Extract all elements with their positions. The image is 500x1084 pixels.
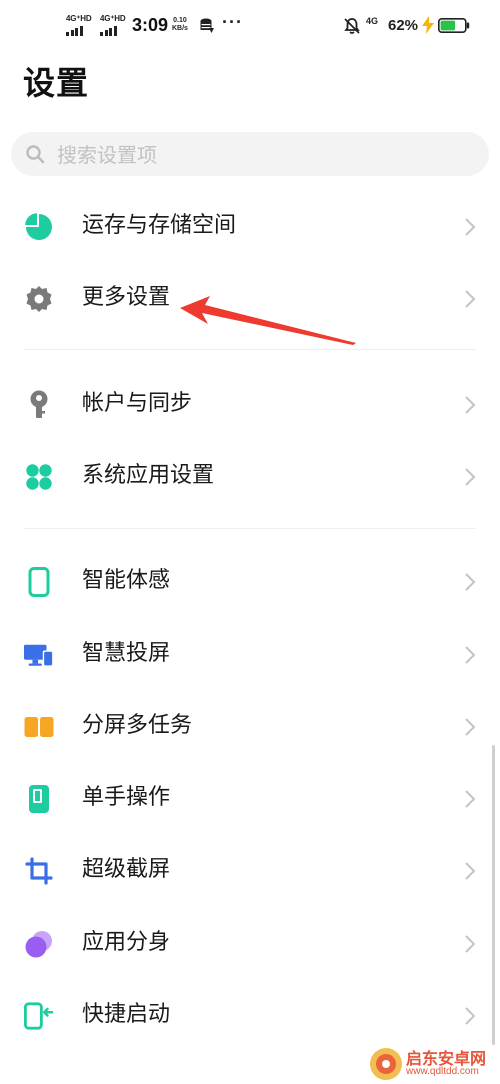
storage-icon: [200, 18, 214, 33]
chevron-right-icon: [465, 468, 476, 486]
settings-item-label: 系统应用设置: [82, 463, 215, 488]
quick-launch-icon: [24, 1001, 54, 1031]
annotation-arrow-icon: [180, 296, 356, 345]
settings-item-label: 分屏多任务: [82, 713, 193, 738]
settings-item-label: 应用分身: [82, 930, 171, 955]
signal-bars-icon: [100, 26, 117, 36]
chevron-right-icon: [465, 935, 476, 953]
settings-item-app-clone[interactable]: 应用分身: [0, 914, 500, 974]
battery-icon: [438, 18, 470, 33]
network-speed-value: 0.10: [173, 17, 187, 24]
crop-icon: [24, 856, 54, 886]
settings-item-screen-cast[interactable]: 智慧投屏: [0, 625, 500, 685]
chevron-right-icon: [465, 790, 476, 808]
settings-item-label: 智能体感: [82, 568, 171, 593]
settings-item-one-hand[interactable]: 单手操作: [0, 769, 500, 829]
scrollbar[interactable]: [492, 745, 495, 1045]
sim2-signal: 4G⁺HD: [100, 14, 132, 38]
mobile-data-indicator: 4G: [366, 16, 378, 26]
settings-item-label: 超级截屏: [82, 857, 171, 882]
search-input[interactable]: [55, 132, 479, 178]
chevron-right-icon: [465, 573, 476, 591]
cast-screen-icon: [24, 640, 54, 670]
settings-item-super-screenshot[interactable]: 超级截屏: [0, 841, 500, 901]
settings-item-label: 帐户与同步: [82, 391, 193, 416]
gear-icon: [24, 284, 54, 314]
search-icon: [26, 145, 45, 164]
watermark-url: www.qdltdd.com: [406, 1066, 479, 1077]
more-notifications-icon: ···: [222, 12, 243, 32]
network-type-label: 4G: [366, 16, 379, 26]
settings-item-accounts-sync[interactable]: 帐户与同步: [0, 375, 500, 435]
battery-level-fill: [440, 20, 456, 31]
app-clone-icon: [24, 929, 54, 959]
bell-muted-icon: [344, 18, 360, 34]
signal-bars-icon: [66, 26, 83, 36]
chevron-right-icon: [465, 396, 476, 414]
settings-item-label: 更多设置: [82, 285, 171, 310]
chevron-right-icon: [465, 646, 476, 664]
settings-item-system-apps[interactable]: 系统应用设置: [0, 447, 500, 507]
page-title: 设置: [23, 64, 90, 102]
search-bar[interactable]: [11, 132, 489, 178]
network-speed-unit: KB/s: [172, 25, 188, 32]
chevron-right-icon: [465, 718, 476, 736]
chevron-right-icon: [465, 290, 476, 308]
settings-item-smart-motion[interactable]: 智能体感: [0, 552, 500, 612]
sim1-signal: 4G⁺HD: [66, 14, 98, 38]
settings-item-label: 智慧投屏: [82, 641, 171, 666]
settings-screen: 4G⁺HD 4G⁺HD 3:09 0.10 KB/s ··· 4G 62% 设置…: [0, 0, 500, 1084]
chevron-right-icon: [465, 218, 476, 236]
section-divider: [24, 528, 476, 529]
settings-item-label: 运存与存储空间: [82, 213, 237, 238]
sim1-network-label: 4G⁺HD: [66, 14, 92, 23]
watermark-logo: 启东安卓网 www.qdltdd.com: [366, 1042, 500, 1084]
chevron-right-icon: [465, 1007, 476, 1025]
settings-item-quick-launch[interactable]: 快捷启动: [0, 986, 500, 1046]
settings-item-split-screen[interactable]: 分屏多任务: [0, 697, 500, 757]
section-divider: [24, 349, 476, 350]
key-icon: [24, 390, 54, 420]
network-speed: 0.10 KB/s: [172, 17, 188, 33]
sim2-network-label: 4G⁺HD: [100, 14, 126, 23]
status-time: 3:09: [132, 15, 169, 35]
apps-grid-icon: [24, 462, 54, 492]
charging-icon: [422, 16, 434, 34]
settings-item-label: 快捷启动: [82, 1002, 171, 1027]
watermark-logo-icon: [370, 1048, 402, 1080]
settings-item-memory-storage[interactable]: 运存与存储空间: [0, 197, 500, 257]
one-hand-icon: [24, 784, 54, 814]
battery-percent: 62%: [388, 17, 419, 34]
status-bar: 4G⁺HD 4G⁺HD 3:09 0.10 KB/s ··· 4G 62%: [0, 0, 500, 56]
phone-outline-icon: [24, 567, 54, 597]
pie-chart-icon: [24, 212, 54, 242]
settings-item-label: 单手操作: [82, 785, 171, 810]
split-screen-icon: [24, 712, 54, 742]
chevron-right-icon: [465, 862, 476, 880]
